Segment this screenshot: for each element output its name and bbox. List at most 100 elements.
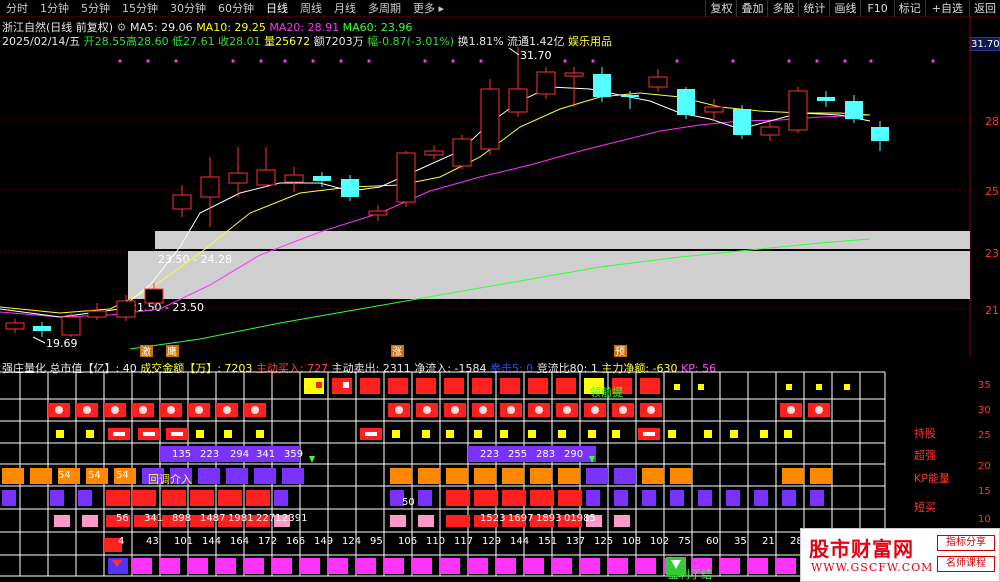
num-c-1: 43 [146, 536, 159, 547]
toolbar-actions: 复权 叠加 多股 统计 画线 F10 标记 +自选 返回 [705, 0, 1000, 17]
r6-block-5 [162, 490, 186, 506]
r2-dot-5 [195, 406, 203, 414]
signal-dot-17 [815, 59, 819, 63]
r6-block-13 [474, 490, 498, 506]
r6-block-8 [246, 490, 270, 506]
candle-31 [871, 121, 889, 151]
label-t1: 领前提 [590, 385, 623, 399]
period-tab-4[interactable]: 30分钟 [164, 0, 212, 17]
signal-dot-1 [146, 59, 150, 63]
indicator-axis-tick-1: 30 [978, 405, 991, 416]
r5-block-0 [2, 468, 24, 484]
signal-dot-14 [675, 59, 679, 63]
candle-28 [788, 87, 808, 133]
num-c-12: 117 [454, 536, 473, 547]
r6-block-17 [586, 490, 600, 506]
signal-dot-6 [311, 59, 315, 63]
r3-block-22 [760, 430, 768, 438]
r1-block-2 [360, 378, 380, 394]
r3-block-16 [588, 430, 596, 438]
r6-block-18 [614, 490, 628, 506]
period-tab-6[interactable]: 日线 [260, 0, 294, 17]
marker-yu: 预 [615, 346, 625, 357]
r9-block-550 [552, 558, 572, 574]
toolbar-button-2[interactable]: 多股 [767, 0, 798, 17]
signal-dot-0 [118, 59, 122, 63]
candlestick-chart[interactable]: 23.50 - 24.28 21.50 - 23.50 31.70 19.69 … [0, 17, 1000, 357]
r3-block-15 [558, 430, 566, 438]
toolbar-button-7[interactable]: +自选 [924, 0, 969, 17]
candle-19 [536, 67, 556, 99]
r7-block-11 [446, 515, 470, 527]
r6-block-2 [78, 490, 92, 506]
r5-block-23 [810, 468, 832, 484]
label-t3: 回调介入 [148, 473, 192, 486]
r2-dot-7 [251, 406, 259, 414]
r2-dot-19 [815, 406, 823, 414]
period-tab-5[interactable]: 60分钟 [212, 0, 260, 17]
candle-20 [564, 67, 584, 107]
period-tab-1[interactable]: 1分钟 [34, 0, 75, 17]
r2-dot-3 [139, 406, 147, 414]
signal-dot-19 [869, 59, 873, 63]
signal-dot-20 [931, 59, 935, 63]
toolbar-button-4[interactable]: 画线 [829, 0, 860, 17]
candle-27 [760, 121, 780, 141]
r9-block-186 [188, 558, 208, 574]
period-tab-0[interactable]: 分时 [0, 0, 34, 17]
r6-block-16 [558, 490, 582, 506]
r5-block-11 [390, 468, 412, 484]
toolbar-button-1[interactable]: 叠加 [736, 0, 767, 17]
num-b-6: 2391 [282, 513, 307, 524]
r5-block-17 [558, 468, 580, 484]
r5-block-7 [198, 468, 220, 484]
num-c-20: 75 [678, 536, 691, 547]
r6-block-20 [670, 490, 684, 506]
r1-block-7 [500, 378, 520, 394]
num-b-10: 01985 [564, 513, 596, 524]
toolbar-button-5[interactable]: F10 [860, 0, 893, 17]
signal-dot-2 [174, 59, 178, 63]
legend-0: 持股 [914, 426, 936, 440]
r3-block-1 [86, 430, 94, 438]
r2-dot-0 [55, 406, 63, 414]
period-tab-3[interactable]: 15分钟 [116, 0, 164, 17]
period-tab-8[interactable]: 月线 [328, 0, 362, 17]
num-c-18: 108 [622, 536, 641, 547]
period-tab-9[interactable]: 多周期 [362, 0, 407, 17]
r9-block-382 [384, 558, 404, 574]
zone1-label: 23.50 - 24.28 [158, 253, 232, 266]
r3-block-11 [446, 430, 454, 438]
num-50: 50 [402, 497, 415, 508]
r9-block-774 [776, 558, 796, 574]
r6-block-9 [274, 490, 288, 506]
indicator-axis-tick-2: 25 [978, 430, 991, 441]
r6-block-7 [218, 490, 242, 506]
period-tabs: 分时 1分钟 5分钟 15分钟 30分钟 60分钟 日线 周线 月线 多周期 更多 ▸ [0, 0, 450, 17]
r2-dot-9 [423, 406, 431, 414]
toolbar-button-0[interactable]: 复权 [705, 0, 736, 17]
toolbar-button-3[interactable]: 统计 [798, 0, 829, 17]
price-tick-28: 28 [985, 115, 999, 128]
num-b-9: 1893 [536, 513, 561, 524]
r1-dot-0 [674, 384, 680, 390]
r1-dot-4 [844, 384, 850, 390]
period-tab-2[interactable]: 5分钟 [75, 0, 116, 17]
candle-2 [61, 312, 81, 337]
r3-block-5 [196, 430, 204, 438]
r2-dot-14 [563, 406, 571, 414]
candle-9 [256, 147, 276, 187]
candle-7 [200, 157, 220, 227]
signal-dot-9 [423, 59, 427, 63]
watermark-tag-1[interactable]: 指标分享 [937, 535, 995, 551]
toolbar-button-6[interactable]: 标记 [893, 0, 925, 17]
watermark-title: 股市财富网 [809, 537, 914, 561]
period-tab-10[interactable]: 更多 ▸ [407, 0, 450, 17]
r5-block-19 [614, 468, 636, 484]
r2-dot-15 [591, 406, 599, 414]
period-tab-7[interactable]: 周线 [294, 0, 328, 17]
zone2-label: 21.50 - 23.50 [130, 301, 204, 314]
watermark-tag-2[interactable]: 名师课程 [937, 556, 995, 572]
r2-dot-10 [451, 406, 459, 414]
toolbar-button-8[interactable]: 返回 [969, 0, 1000, 17]
